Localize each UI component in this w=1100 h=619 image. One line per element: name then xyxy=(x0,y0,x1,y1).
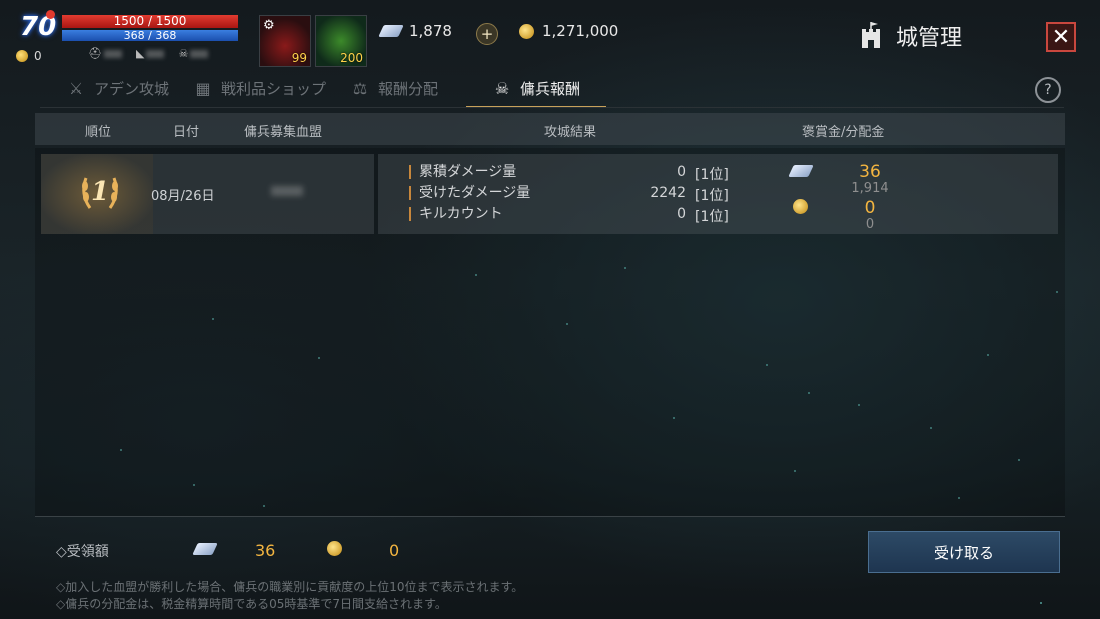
footer-divider xyxy=(35,516,1065,517)
close-button[interactable]: ✕ xyxy=(1046,22,1076,52)
stat-label-kill-count: キルカウント xyxy=(409,207,503,221)
first-place-laurel-icon: 1 xyxy=(82,177,118,209)
leaf-count: 200 xyxy=(340,51,363,65)
rank-number: 1 xyxy=(91,177,109,207)
stat-label-damage-taken: 受けたダメージ量 xyxy=(409,186,530,200)
stat-rank-kill-count: [1位] xyxy=(695,209,729,225)
received-crystal: 36 xyxy=(255,541,276,560)
gold-amount: 1,271,000 xyxy=(542,22,619,40)
gold-reward: 0 xyxy=(864,198,876,218)
tab-label: 傭兵報酬 xyxy=(520,79,581,98)
received-amount-label: ◇受領額 xyxy=(56,544,109,560)
gold-coin-icon xyxy=(793,199,808,214)
gold-coin-icon xyxy=(327,541,342,556)
potion-quickslot[interactable]: ⚙ 99 xyxy=(259,15,311,67)
gold-coin-icon xyxy=(519,23,534,39)
character-level[interactable]: 70 xyxy=(14,10,56,46)
mercenary-skull-icon: ☠ xyxy=(494,78,510,98)
crystal-currency: 1,878 xyxy=(378,22,452,40)
page-header: 城管理 xyxy=(860,20,962,52)
tab-mercenary-reward[interactable]: ☠ 傭兵報酬 xyxy=(466,70,607,108)
small-coin-display: 0 xyxy=(16,49,42,63)
hat-icon: ◣ xyxy=(136,47,165,60)
clan-name-blurred xyxy=(271,186,303,196)
helmet-icon: ⛑ xyxy=(88,47,122,60)
claim-button[interactable]: 受け取る xyxy=(868,531,1060,573)
crystal-reward: 36 xyxy=(859,162,881,182)
tab-aden-siege[interactable]: ⚔ アデン攻城 xyxy=(56,70,179,106)
stat-rank-damage-dealt: [1位] xyxy=(695,167,729,183)
crystal-icon xyxy=(192,543,218,555)
crystal-amount: 1,878 xyxy=(409,22,452,40)
small-coin-value: 0 xyxy=(34,49,42,63)
tab-label: 報酬分配 xyxy=(378,79,439,98)
scales-icon: ⚖ xyxy=(352,78,368,98)
hp-bar: 1500 / 1500 xyxy=(62,15,238,28)
mp-bar: 368 / 368 xyxy=(62,30,238,41)
tab-label: 戦利品ショップ xyxy=(221,79,327,98)
stat-value-damage-taken: 2242 xyxy=(650,185,686,201)
tab-reward-distribution[interactable]: ⚖ 報酬分配 xyxy=(340,70,448,106)
hp-text: 1500 / 1500 xyxy=(113,14,187,28)
info-note: ◇傭兵の分配金は、税金精算時間である05時基準で7日間支給されます。 xyxy=(56,597,447,611)
crossed-swords-icon: ⚔ xyxy=(68,78,84,98)
buff-status-icons: ⛑ ◣ ☠ xyxy=(88,47,209,60)
row-date: 08月/26日 xyxy=(151,189,215,204)
add-currency-button[interactable]: + xyxy=(476,23,498,45)
tab-label: アデン攻城 xyxy=(94,79,170,98)
crystal-icon xyxy=(378,25,404,37)
header-reward: 褒賞金/分配金 xyxy=(802,125,885,140)
page-title: 城管理 xyxy=(896,26,963,51)
stat-value-damage-dealt: 0 xyxy=(677,164,686,180)
crystal-reward-sub: 1,914 xyxy=(851,181,889,196)
header-rank: 順位 xyxy=(85,125,112,140)
gear-icon: ⚙ xyxy=(263,18,275,33)
potion-count: 99 xyxy=(291,51,307,65)
tab-loot-shop[interactable]: ▦ 戦利品ショップ xyxy=(183,70,336,106)
tab-bar: ⚔ アデン攻城 ▦ 戦利品ショップ ⚖ 報酬分配 ☠ 傭兵報酬 xyxy=(56,70,610,108)
tab-divider xyxy=(40,107,1064,108)
received-gold: 0 xyxy=(389,541,400,560)
header-result: 攻城結果 xyxy=(544,125,597,140)
coin-icon xyxy=(16,50,28,62)
header-date: 日付 xyxy=(173,125,200,140)
stat-value-kill-count: 0 xyxy=(677,206,686,222)
gold-currency: 1,271,000 xyxy=(519,22,618,40)
stat-label-damage-dealt: 累積ダメージ量 xyxy=(409,165,516,179)
header-clan: 傭兵募集血盟 xyxy=(244,125,323,140)
stat-rank-damage-taken: [1位] xyxy=(695,188,729,204)
gold-reward-sub: 0 xyxy=(865,217,875,232)
mp-text: 368 / 368 xyxy=(123,29,177,42)
leaf-quickslot[interactable]: 200 xyxy=(315,15,367,67)
help-icon[interactable]: ? xyxy=(1035,77,1061,103)
chest-icon: ▦ xyxy=(195,78,211,98)
castle-icon xyxy=(862,22,880,48)
table-header: 順位 日付 傭兵募集血盟 攻城結果 褒賞金/分配金 xyxy=(35,113,1065,145)
info-note: ◇加入した血盟が勝利した場合、傭兵の職業別に貢献度の上位10位まで表示されます。 xyxy=(56,580,524,594)
notification-dot xyxy=(46,10,55,19)
skull-status-icon: ☠ xyxy=(178,47,209,60)
